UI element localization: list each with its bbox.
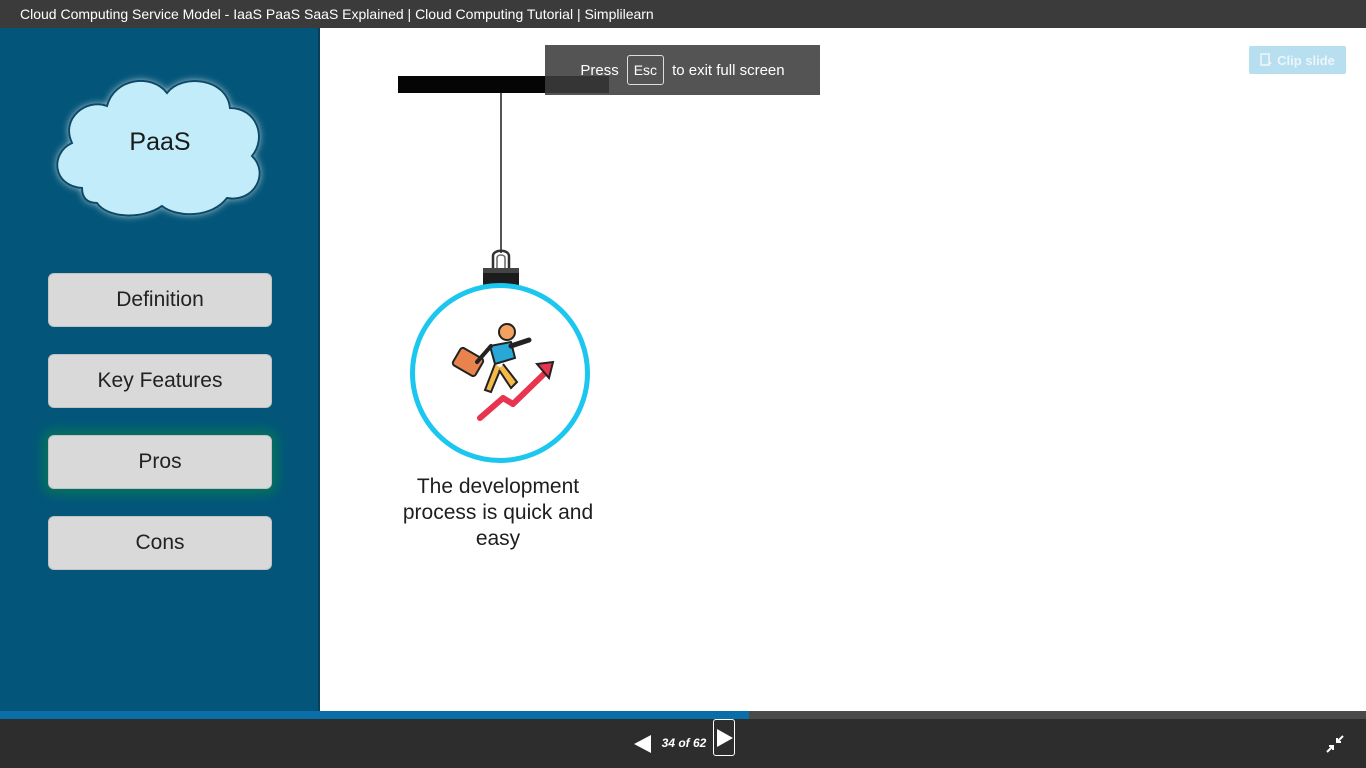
slide-caption: The development process is quick and eas…	[402, 475, 594, 550]
esc-key-badge: Esc	[626, 55, 665, 85]
fullscreen-notice-suffix: to exit full screen	[672, 61, 785, 79]
next-arrow-icon	[717, 729, 733, 747]
exit-fullscreen-icon[interactable]	[1325, 734, 1345, 754]
menu-button-label: Pros	[138, 450, 182, 473]
progress-fill	[0, 711, 749, 719]
menu-button-definition[interactable]: Definition	[48, 273, 272, 327]
clip-icon	[1260, 53, 1272, 66]
person-climbing-growth-arrow-icon	[451, 323, 555, 421]
page-counter: 34 of 62	[661, 736, 707, 750]
window-title: Cloud Computing Service Model - IaaS Paa…	[20, 6, 654, 22]
previous-slide-button[interactable]	[631, 733, 653, 755]
clip-slide-label: Clip slide	[1277, 52, 1335, 68]
clip-slide-button[interactable]: Clip slide	[1249, 46, 1346, 74]
fullscreen-notice: Press Esc to exit full screen	[545, 45, 820, 95]
sidebar-divider	[318, 28, 320, 711]
menu-button-key-features[interactable]: Key Features	[48, 354, 272, 408]
next-slide-button[interactable]	[713, 719, 735, 756]
window-title-bar: Cloud Computing Service Model - IaaS Paa…	[0, 0, 1366, 28]
hanging-string	[500, 93, 502, 253]
menu-button-label: Cons	[135, 531, 185, 554]
menu-button-label: Key Features	[97, 369, 223, 392]
menu-button-pros[interactable]: Pros	[48, 435, 272, 489]
cloud-title: PaaS	[129, 128, 191, 156]
menu-button-cons[interactable]: Cons	[48, 516, 272, 570]
fullscreen-notice-prefix: Press	[580, 61, 619, 79]
menu-button-label: Definition	[116, 288, 204, 311]
